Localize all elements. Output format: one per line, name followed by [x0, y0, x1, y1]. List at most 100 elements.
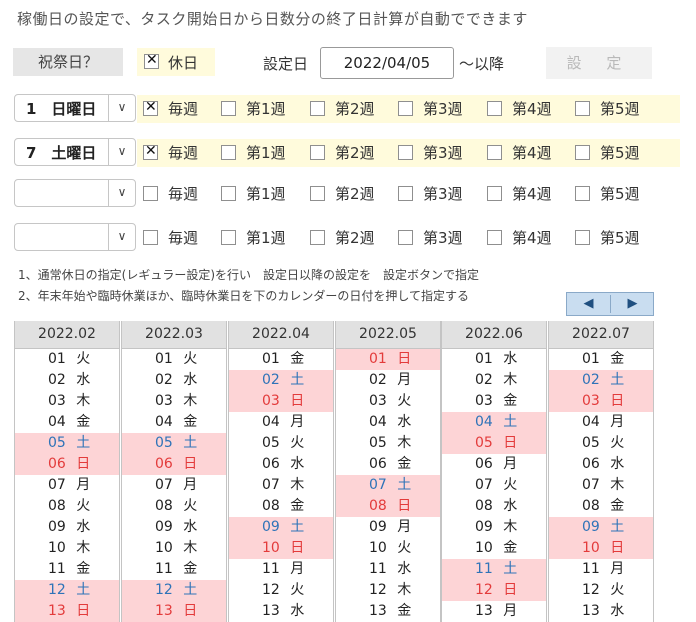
calendar-day[interactable]: 07 木	[229, 475, 333, 496]
holiday-query-button[interactable]: 祝祭日？	[13, 48, 123, 76]
chevron-down-icon[interactable]: ∨	[108, 180, 135, 206]
weekday-select[interactable]: ∨	[14, 179, 136, 207]
week-4-checkbox[interactable]	[487, 101, 502, 116]
calendar-day[interactable]: 13 日	[15, 601, 119, 622]
weekday-select[interactable]: ∨	[14, 223, 136, 251]
calendar-day[interactable]: 06 金	[336, 454, 440, 475]
calendar-day[interactable]: 08 金	[229, 496, 333, 517]
holiday-checkbox[interactable]	[144, 52, 159, 69]
calendar-day[interactable]: 09 水	[122, 517, 226, 538]
week-2-checkbox[interactable]	[310, 230, 325, 245]
week-2-checkbox[interactable]	[310, 186, 325, 201]
calendar-day[interactable]: 12 土	[122, 580, 226, 601]
calendar-day[interactable]: 10 木	[122, 538, 226, 559]
next-month-button[interactable]: ▶	[611, 293, 654, 315]
calendar-day[interactable]: 13 水	[549, 601, 653, 622]
calendar-day[interactable]: 04 月	[549, 412, 653, 433]
calendar-day[interactable]: 06 日	[15, 454, 119, 475]
calendar-day[interactable]: 07 土	[336, 475, 440, 496]
calendar-day[interactable]: 12 火	[229, 580, 333, 601]
every-week-checkbox[interactable]	[143, 99, 158, 116]
calendar-day[interactable]: 09 土	[229, 517, 333, 538]
calendar-day[interactable]: 02 木	[442, 370, 546, 391]
calendar-day[interactable]: 09 月	[336, 517, 440, 538]
set-button[interactable]: 設 定	[546, 47, 652, 79]
calendar-day[interactable]: 06 水	[229, 454, 333, 475]
every-week-checkbox[interactable]	[143, 143, 158, 160]
calendar-day[interactable]: 11 水	[336, 559, 440, 580]
calendar-day[interactable]: 09 土	[549, 517, 653, 538]
calendar-day[interactable]: 02 月	[336, 370, 440, 391]
calendar-day[interactable]: 03 金	[442, 391, 546, 412]
calendar-day[interactable]: 10 火	[336, 538, 440, 559]
calendar-day[interactable]: 01 水	[442, 349, 546, 370]
holiday-option[interactable]: 休日	[137, 48, 215, 76]
week-4-checkbox[interactable]	[487, 230, 502, 245]
calendar-day[interactable]: 10 日	[229, 538, 333, 559]
prev-month-button[interactable]: ◀	[567, 293, 610, 315]
calendar-day[interactable]: 06 日	[122, 454, 226, 475]
calendar-day[interactable]: 02 土	[229, 370, 333, 391]
calendar-day[interactable]: 07 月	[122, 475, 226, 496]
calendar-day[interactable]: 12 木	[336, 580, 440, 601]
weekday-select[interactable]: 1 日曜日 ∨	[14, 94, 136, 122]
calendar-day[interactable]: 13 水	[229, 601, 333, 622]
calendar-day[interactable]: 05 木	[336, 433, 440, 454]
every-week-checkbox[interactable]	[143, 186, 158, 201]
week-5-checkbox[interactable]	[575, 186, 590, 201]
week-1-checkbox[interactable]	[221, 145, 236, 160]
calendar-day[interactable]: 08 日	[336, 496, 440, 517]
week-1-checkbox[interactable]	[221, 186, 236, 201]
calendar-day[interactable]: 10 金	[442, 538, 546, 559]
calendar-day[interactable]: 01 日	[336, 349, 440, 370]
calendar-day[interactable]: 12 火	[549, 580, 653, 601]
weekday-select[interactable]: 7 土曜日 ∨	[14, 138, 136, 166]
calendar-day[interactable]: 04 金	[15, 412, 119, 433]
week-4-checkbox[interactable]	[487, 145, 502, 160]
calendar-day[interactable]: 06 月	[442, 454, 546, 475]
calendar-day[interactable]: 13 金	[336, 601, 440, 622]
week-5-checkbox[interactable]	[575, 145, 590, 160]
calendar-day[interactable]: 08 水	[442, 496, 546, 517]
calendar-day[interactable]: 02 水	[122, 370, 226, 391]
calendar-day[interactable]: 10 日	[549, 538, 653, 559]
every-week-checkbox[interactable]	[143, 230, 158, 245]
calendar-day[interactable]: 11 月	[229, 559, 333, 580]
calendar-day[interactable]: 03 木	[122, 391, 226, 412]
calendar-day[interactable]: 09 木	[442, 517, 546, 538]
calendar-day[interactable]: 05 火	[229, 433, 333, 454]
calendar-day[interactable]: 09 水	[15, 517, 119, 538]
week-1-checkbox[interactable]	[221, 230, 236, 245]
calendar-day[interactable]: 04 月	[229, 412, 333, 433]
calendar-day[interactable]: 05 土	[122, 433, 226, 454]
calendar-day[interactable]: 02 水	[15, 370, 119, 391]
calendar-day[interactable]: 08 金	[549, 496, 653, 517]
calendar-day[interactable]: 12 土	[15, 580, 119, 601]
calendar-day[interactable]: 06 水	[549, 454, 653, 475]
week-3-checkbox[interactable]	[398, 145, 413, 160]
calendar-day[interactable]: 05 日	[442, 433, 546, 454]
calendar-day[interactable]: 03 火	[336, 391, 440, 412]
week-3-checkbox[interactable]	[398, 186, 413, 201]
calendar-day[interactable]: 11 金	[15, 559, 119, 580]
calendar-day[interactable]: 08 火	[15, 496, 119, 517]
calendar-day[interactable]: 04 土	[442, 412, 546, 433]
calendar-day[interactable]: 01 金	[549, 349, 653, 370]
week-5-checkbox[interactable]	[575, 230, 590, 245]
calendar-day[interactable]: 01 火	[122, 349, 226, 370]
week-5-checkbox[interactable]	[575, 101, 590, 116]
calendar-day[interactable]: 12 日	[442, 580, 546, 601]
calendar-day[interactable]: 11 土	[442, 559, 546, 580]
calendar-day[interactable]: 03 日	[549, 391, 653, 412]
chevron-down-icon[interactable]: ∨	[108, 95, 135, 121]
date-input[interactable]: 2022/04/05	[320, 47, 454, 79]
calendar-day[interactable]: 13 日	[122, 601, 226, 622]
calendar-day[interactable]: 13 月	[442, 601, 546, 622]
week-4-checkbox[interactable]	[487, 186, 502, 201]
calendar-day[interactable]: 10 木	[15, 538, 119, 559]
calendar-day[interactable]: 05 土	[15, 433, 119, 454]
calendar-day[interactable]: 01 金	[229, 349, 333, 370]
week-2-checkbox[interactable]	[310, 145, 325, 160]
calendar-day[interactable]: 07 月	[15, 475, 119, 496]
chevron-down-icon[interactable]: ∨	[108, 139, 135, 165]
